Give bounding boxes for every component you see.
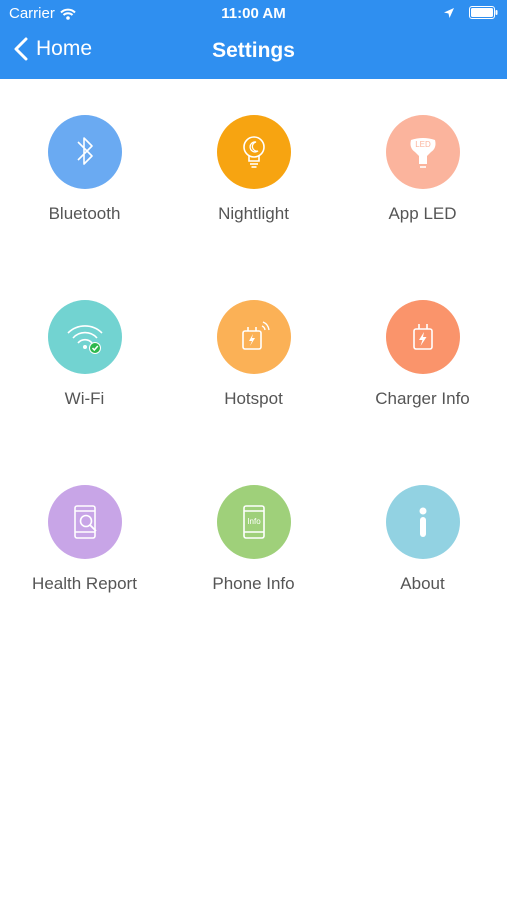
phone-info-label: Phone Info (212, 574, 295, 593)
health-report-label: Health Report (32, 574, 137, 593)
bluetooth-label: Bluetooth (48, 204, 121, 223)
phone-info-icon: Info (217, 485, 291, 559)
wifi-check-icon (48, 300, 122, 374)
bluetooth-icon (48, 115, 122, 189)
phone-info-icon-text: Info (247, 517, 261, 526)
app-led-tile[interactable]: LED App LED (338, 79, 507, 223)
top-bar: Carrier 11:00 AM Home Settings (0, 0, 507, 79)
navigation-bar: Home Settings (0, 28, 507, 79)
wifi-label: Wi-Fi (64, 389, 105, 408)
page-title: Settings (212, 39, 295, 62)
status-time: 11:00 AM (221, 5, 286, 22)
status-right (443, 6, 498, 19)
location-arrow-icon (444, 7, 454, 18)
phone-search-icon (48, 485, 122, 559)
bluetooth-tile[interactable]: Bluetooth (0, 79, 169, 223)
charger-icon (386, 300, 460, 374)
status-bar: Carrier 11:00 AM (0, 0, 507, 28)
charger-info-tile[interactable]: Charger Info (338, 264, 507, 408)
hotspot-tile[interactable]: Hotspot (169, 264, 338, 408)
battery-icon (469, 6, 498, 19)
about-label: About (400, 574, 445, 593)
lightbulb-moon-icon (217, 115, 291, 189)
led-bulb-icon: LED (386, 115, 460, 189)
led-icon-text: LED (415, 140, 431, 149)
phone-info-tile[interactable]: Info Phone Info (169, 449, 338, 593)
app-led-label: App LED (388, 204, 457, 223)
info-icon (386, 485, 460, 559)
about-tile[interactable]: About (338, 449, 507, 593)
wifi-tile[interactable]: Wi-Fi (0, 264, 169, 408)
hotspot-label: Hotspot (224, 389, 283, 408)
health-report-tile[interactable]: Health Report (0, 449, 169, 593)
hotspot-icon (217, 300, 291, 374)
nightlight-label: Nightlight (218, 204, 289, 223)
nightlight-tile[interactable]: Nightlight (169, 79, 338, 223)
charger-info-label: Charger Info (375, 389, 470, 408)
